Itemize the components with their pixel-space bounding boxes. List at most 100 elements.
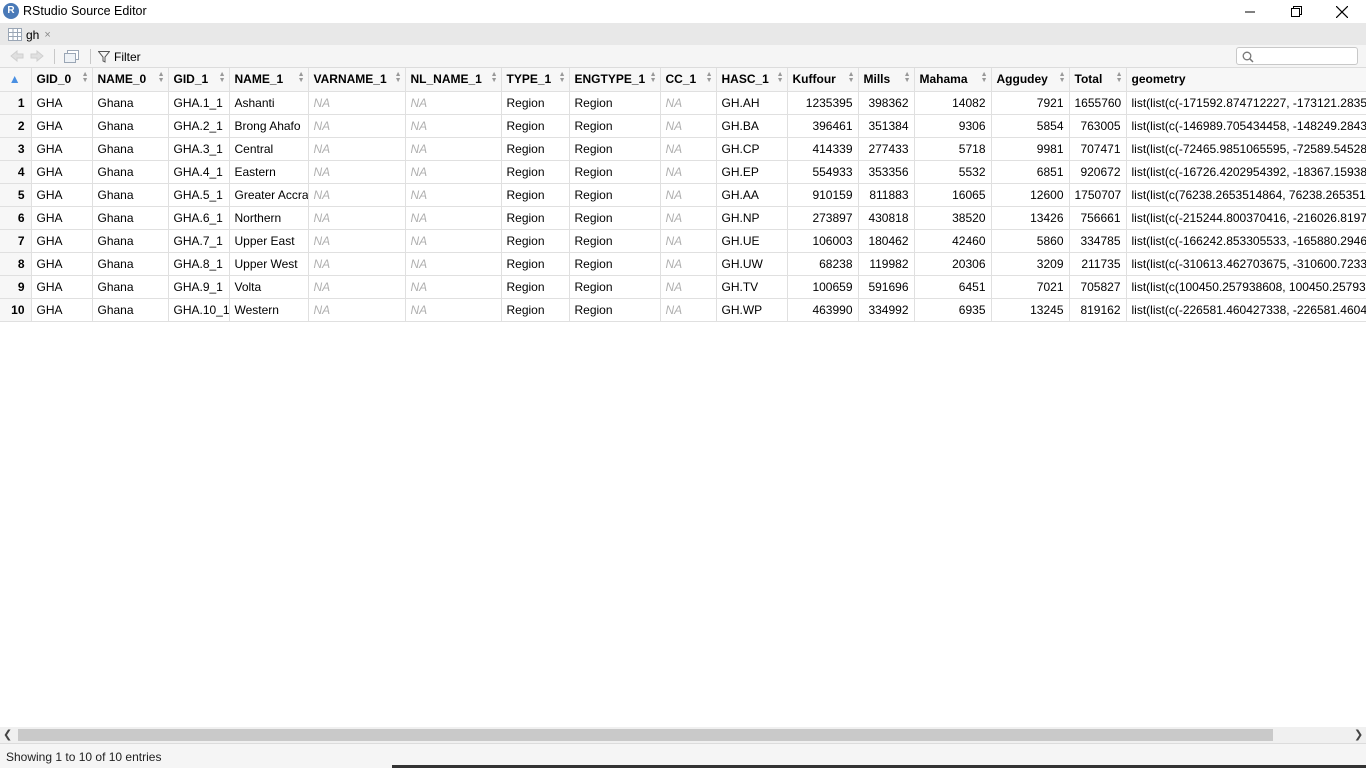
column-header-name-0[interactable]: NAME_0 ▲ ▼ xyxy=(92,68,169,92)
column-header-gid-1[interactable]: GID_1 ▲ ▼ xyxy=(168,68,230,92)
table-cell: list(list(c(-16726.4202954392, -18367.15… xyxy=(1126,160,1366,184)
table-cell: 1235395 xyxy=(787,91,859,115)
column-header-cc-1[interactable]: CC_1 ▲ ▼ xyxy=(660,68,717,92)
back-arrow-icon[interactable] xyxy=(10,50,24,62)
column-header-nl-name-1[interactable]: NL_NAME_1 ▲ ▼ xyxy=(405,68,502,92)
table-cell: NA xyxy=(308,206,406,230)
close-window-button[interactable] xyxy=(1319,0,1365,23)
table-cell: 7921 xyxy=(991,91,1070,115)
minimize-button[interactable] xyxy=(1227,0,1273,23)
table-cell: Western xyxy=(229,298,309,322)
table-cell: GHA xyxy=(31,183,93,207)
table-row[interactable]: 1 GHA Ghana GHA.1_1 Ashanti NA NA Region Region N… xyxy=(0,91,1366,115)
sort-arrows-icon[interactable]: ▲ ▼ xyxy=(395,71,402,84)
tab-close-icon[interactable]: × xyxy=(44,29,50,41)
table-cell: Region xyxy=(501,275,570,299)
table-row[interactable]: 8 GHA Ghana GHA.8_1 Upper West NA NA Region Regi… xyxy=(0,252,1366,276)
table-cell: NA xyxy=(405,298,502,322)
data-grid[interactable]: ▲ GID_0 ▲ ▼ NAME_0 ▲ ▼ GID_1 ▲ ▼ NAME_1 ▲ ▼ VARNAME_… xyxy=(0,68,1366,727)
table-row[interactable]: 3 GHA Ghana GHA.3_1 Central NA NA Region Region N… xyxy=(0,137,1366,161)
table-cell: 13426 xyxy=(991,206,1070,230)
table-cell: NA xyxy=(660,229,717,253)
table-cell: 106003 xyxy=(787,229,859,253)
table-cell: GHA xyxy=(31,137,93,161)
row-index-cell: 4 xyxy=(0,160,32,184)
table-cell: GH.AH xyxy=(716,91,788,115)
table-cell: 5718 xyxy=(914,137,992,161)
sort-arrows-icon[interactable]: ▲ ▼ xyxy=(219,71,226,84)
table-cell: Northern xyxy=(229,206,309,230)
sort-arrows-icon[interactable]: ▲ ▼ xyxy=(904,71,911,84)
sort-arrows-icon[interactable]: ▲ ▼ xyxy=(777,71,784,84)
row-index-header[interactable]: ▲ xyxy=(0,68,32,92)
table-cell: list(list(c(-166242.853305533, -165880.2… xyxy=(1126,229,1366,253)
table-cell: Ghana xyxy=(92,229,169,253)
column-header-label: ENGTYPE_1 xyxy=(574,72,646,87)
table-cell: 16065 xyxy=(914,183,992,207)
restore-button[interactable] xyxy=(1273,0,1319,23)
row-index-cell: 5 xyxy=(0,183,32,207)
column-header-name-1[interactable]: NAME_1 ▲ ▼ xyxy=(229,68,309,92)
column-header-total[interactable]: Total ▲ ▼ xyxy=(1069,68,1127,92)
scroll-left-icon[interactable]: ❮ xyxy=(3,728,12,741)
sort-arrows-icon[interactable]: ▲ ▼ xyxy=(981,71,988,84)
column-header-engtype-1[interactable]: ENGTYPE_1 ▲ ▼ xyxy=(569,68,661,92)
table-row[interactable]: 2 GHA Ghana GHA.2_1 Brong Ahafo NA NA Region Reg… xyxy=(0,114,1366,138)
sort-arrows-icon[interactable]: ▲ ▼ xyxy=(706,71,713,84)
table-cell: NA xyxy=(660,298,717,322)
column-header-gid-0[interactable]: GID_0 ▲ ▼ xyxy=(31,68,93,92)
search-input[interactable] xyxy=(1236,47,1358,65)
table-row[interactable]: 4 GHA Ghana GHA.4_1 Eastern NA NA Region Region N… xyxy=(0,160,1366,184)
column-header-label: GID_0 xyxy=(36,72,72,87)
toolbar-divider xyxy=(54,49,55,64)
table-cell: 763005 xyxy=(1069,114,1127,138)
table-cell: GH.AA xyxy=(716,183,788,207)
column-header-hasc-1[interactable]: HASC_1 ▲ ▼ xyxy=(716,68,788,92)
tab-gh[interactable]: gh × xyxy=(4,24,57,45)
table-cell: NA xyxy=(405,252,502,276)
table-cell: Region xyxy=(501,137,570,161)
scrollbar-thumb[interactable] xyxy=(18,729,1273,741)
table-cell: GHA.10_1 xyxy=(168,298,230,322)
forward-arrow-icon[interactable] xyxy=(30,50,44,62)
table-row[interactable]: 5 GHA Ghana GHA.5_1 Greater Accra NA NA Region R… xyxy=(0,183,1366,207)
table-cell: 9306 xyxy=(914,114,992,138)
sort-arrows-icon[interactable]: ▲ ▼ xyxy=(158,71,165,84)
column-header-kuffour[interactable]: Kuffour ▲ ▼ xyxy=(787,68,859,92)
sort-arrows-icon[interactable]: ▲ ▼ xyxy=(559,71,566,84)
sort-arrows-icon[interactable]: ▲ ▼ xyxy=(491,71,498,84)
close-icon xyxy=(1336,5,1348,18)
filter-button[interactable]: Filter xyxy=(98,48,141,65)
column-header-aggudey[interactable]: Aggudey ▲ ▼ xyxy=(991,68,1070,92)
table-cell: Region xyxy=(569,298,661,322)
sort-arrows-icon[interactable]: ▲ ▼ xyxy=(298,71,305,84)
table-row[interactable]: 9 GHA Ghana GHA.9_1 Volta NA NA Region Region NA G… xyxy=(0,275,1366,299)
scroll-right-icon[interactable]: ❯ xyxy=(1354,728,1363,741)
table-cell: Ghana xyxy=(92,137,169,161)
column-header-mahama[interactable]: Mahama ▲ ▼ xyxy=(914,68,992,92)
table-cell: Region xyxy=(569,229,661,253)
table-cell: Ghana xyxy=(92,298,169,322)
table-cell: Region xyxy=(569,114,661,138)
column-header-varname-1[interactable]: VARNAME_1 ▲ ▼ xyxy=(308,68,406,92)
row-index-cell: 3 xyxy=(0,137,32,161)
column-header-label: Kuffour xyxy=(792,72,836,87)
sort-arrows-icon[interactable]: ▲ ▼ xyxy=(82,71,89,84)
column-header-geometry[interactable]: geometry▲▼ xyxy=(1126,68,1366,92)
sort-arrows-icon[interactable]: ▲ ▼ xyxy=(1059,71,1066,84)
table-cell: GHA.3_1 xyxy=(168,137,230,161)
sort-arrows-icon[interactable]: ▲ ▼ xyxy=(848,71,855,84)
table-row[interactable]: 10 GHA Ghana GHA.10_1 Western NA NA Region Regio… xyxy=(0,298,1366,322)
table-row[interactable]: 6 GHA Ghana GHA.6_1 Northern NA NA Region Region… xyxy=(0,206,1366,230)
row-index-cell: 1 xyxy=(0,91,32,115)
column-header-type-1[interactable]: TYPE_1 ▲ ▼ xyxy=(501,68,570,92)
table-row[interactable]: 7 GHA Ghana GHA.7_1 Upper East NA NA Region Regi… xyxy=(0,229,1366,253)
horizontal-scrollbar[interactable]: ❮ ❯ xyxy=(0,727,1366,743)
sort-arrows-icon[interactable]: ▲ ▼ xyxy=(650,71,657,84)
sort-arrows-icon[interactable]: ▲ ▼ xyxy=(1116,71,1123,84)
column-header-mills[interactable]: Mills ▲ ▼ xyxy=(858,68,915,92)
table-cell: GHA xyxy=(31,298,93,322)
table-cell: Region xyxy=(569,183,661,207)
open-in-window-icon[interactable] xyxy=(64,50,80,63)
table-cell: 5860 xyxy=(991,229,1070,253)
